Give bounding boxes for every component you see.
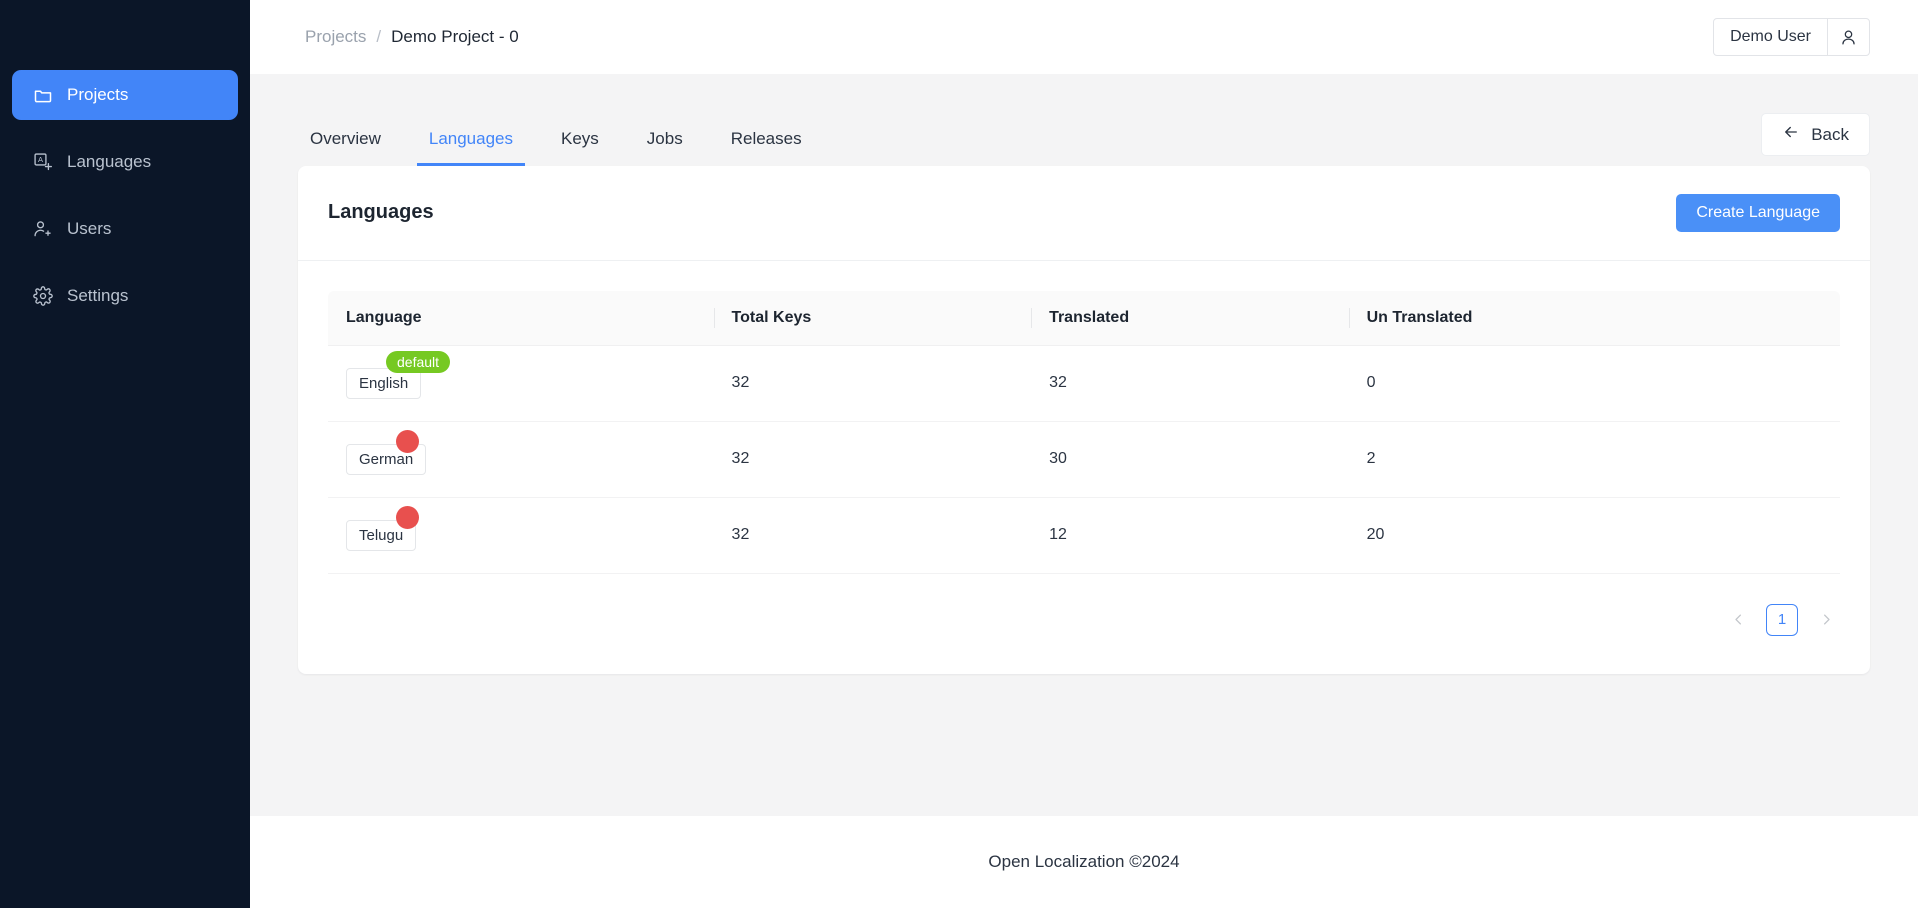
breadcrumb: Projects / Demo Project - 0 [305,27,519,47]
tab-languages[interactable]: Languages [416,129,525,166]
project-tabs: Overview Languages Keys Jobs Releases [298,129,838,166]
sidebar-item-label: Languages [67,152,152,171]
sidebar: Projects A Languages Users Settings [0,0,250,908]
cell-untranslated: 2 [1348,421,1840,498]
page-title: Languages [328,201,434,224]
languages-table: Language Total Keys Translated Un Transl… [328,290,1840,574]
language-chip-wrap: German [346,429,427,475]
sidebar-item-settings[interactable]: Settings [12,271,238,321]
sidebar-item-languages[interactable]: A Languages [12,137,238,187]
back-button[interactable]: Back [1761,113,1870,156]
language-chip-wrap: English default [346,350,451,399]
sidebar-item-label: Users [67,219,112,238]
tab-keys[interactable]: Keys [549,129,611,166]
column-header-total-keys: Total Keys [713,290,1032,346]
cell-total-keys: 32 [713,497,1032,574]
cell-untranslated: 20 [1348,497,1840,574]
breadcrumb-separator: / [376,27,382,46]
create-language-button[interactable]: Create Language [1676,193,1840,232]
breadcrumb-current: Demo Project - 0 [391,27,519,46]
cell-language: German [328,421,714,498]
user-name: Demo User [1730,28,1811,45]
sidebar-item-users[interactable]: Users [12,204,238,254]
table-row: Telugu 32 12 20 [328,497,1840,574]
status-badge: default [386,350,451,373]
column-header-untranslated: Un Translated [1348,290,1840,346]
tab-jobs[interactable]: Jobs [635,129,695,166]
table-row: English default 32 32 0 [328,345,1840,422]
topbar: Projects / Demo Project - 0 Demo User [250,0,1918,74]
tab-overview[interactable]: Overview [298,129,393,166]
translate-icon: A [32,152,53,173]
column-header-language: Language [328,290,714,346]
chevron-right-icon[interactable] [1812,606,1840,634]
app-root: Projects A Languages Users Settings Proj… [0,0,1918,908]
users-icon [32,219,53,240]
back-button-label: Back [1811,124,1849,144]
card-header: Languages Create Language [298,166,1870,261]
footer: Open Localization ©2024 [250,816,1918,908]
status-badge-dot [396,429,419,453]
cell-translated: 30 [1031,421,1349,498]
tabs-row: Overview Languages Keys Jobs Releases Ba… [298,74,1870,166]
tab-releases[interactable]: Releases [719,129,814,166]
breadcrumb-root[interactable]: Projects [305,27,366,47]
user-icon[interactable] [1827,19,1869,55]
chevron-left-icon[interactable] [1724,606,1752,634]
main-area: Projects / Demo Project - 0 Demo User Ov… [250,0,1918,908]
footer-text: Open Localization ©2024 [988,852,1180,871]
gear-icon [32,286,53,307]
languages-table-wrap: Language Total Keys Translated Un Transl… [298,261,1870,574]
sidebar-item-label: Projects [67,85,129,104]
sidebar-item-projects[interactable]: Projects [12,70,238,120]
status-badge-dot [396,505,419,529]
cell-untranslated: 0 [1348,345,1840,422]
column-header-translated: Translated [1031,290,1349,346]
language-chip-wrap: Telugu [346,505,419,551]
table-header-row: Language Total Keys Translated Un Transl… [328,290,1840,346]
arrow-left-icon [1782,123,1800,146]
folder-icon [32,85,53,106]
svg-text:A: A [37,155,42,164]
cell-translated: 12 [1031,497,1349,574]
pagination: 1 [298,574,1870,674]
cell-language: English default [328,345,714,422]
user-menu[interactable]: Demo User [1713,18,1870,56]
page-content: Overview Languages Keys Jobs Releases Ba… [250,74,1918,816]
cell-language: Telugu [328,497,714,574]
cell-translated: 32 [1031,345,1349,422]
pagination-page-1[interactable]: 1 [1766,603,1798,636]
languages-card: Languages Create Language Language Total… [298,166,1870,674]
cell-total-keys: 32 [713,421,1032,498]
cell-total-keys: 32 [713,345,1032,422]
table-row: German 32 30 2 [328,421,1840,498]
sidebar-item-label: Settings [67,286,129,305]
